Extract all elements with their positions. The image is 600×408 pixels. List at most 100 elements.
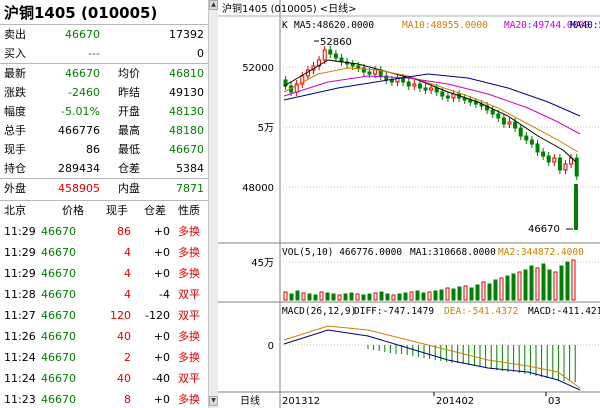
- inner-value: 7871: [176, 182, 204, 195]
- inner-label: 内盘: [118, 182, 140, 195]
- sell-label: 卖出: [4, 28, 26, 41]
- candle-body: [501, 117, 506, 125]
- trade-time: 11:29: [4, 267, 36, 280]
- trade-price: 46670: [41, 309, 76, 322]
- volume-bar: [505, 275, 510, 301]
- scroll-up-button[interactable]: ▲: [209, 0, 218, 10]
- trade-nature: 多换: [178, 351, 200, 364]
- macd-indicator: [283, 325, 581, 391]
- period-label[interactable]: 日线: [240, 394, 260, 407]
- volume-bar: [463, 285, 468, 301]
- oi-value: 289434: [58, 162, 100, 175]
- trade-oi-change: +0: [153, 330, 170, 343]
- volume-bar: [373, 292, 378, 301]
- trade-nature: 多换: [178, 246, 200, 259]
- pct-row: 幅度 -5.01% 开盘 48130: [0, 102, 208, 121]
- scroll-down-button[interactable]: ▼: [209, 396, 218, 406]
- volume-bar: [301, 292, 306, 301]
- pct-label: 幅度: [4, 105, 26, 118]
- candle-body: [513, 121, 518, 129]
- candle-body: [417, 83, 422, 89]
- vol-ma2-legend: MA2:344872.4000: [498, 247, 584, 258]
- candlestick-series: [283, 46, 579, 230]
- buy-label: 买入: [4, 47, 26, 60]
- volume-bar: [541, 263, 546, 301]
- volume-bar: [535, 267, 540, 301]
- sell-price: 46670: [65, 28, 100, 41]
- chart-panel[interactable]: 沪铜1405 (010005) <日线> K MA5:48620.0000 MA…: [218, 0, 600, 408]
- volume-bar: [523, 269, 528, 301]
- volume-bar: [421, 292, 426, 301]
- candle-body: [574, 157, 579, 177]
- volume-bar: [499, 277, 504, 301]
- volume-bar: [331, 293, 336, 301]
- candle-body: [473, 101, 478, 105]
- volume-bar: [295, 290, 300, 301]
- total-vol-label: 总手: [4, 124, 26, 137]
- trade-volume: 8: [124, 393, 131, 406]
- buy-price: ---: [88, 47, 100, 60]
- vol-legend: VOL(5,10) 466776.0000: [282, 247, 402, 258]
- candle-body: [507, 121, 512, 125]
- volume-bar: [361, 294, 366, 301]
- volume-bar: [451, 288, 456, 301]
- candle-body: [496, 113, 501, 119]
- trade-price: 46670: [41, 288, 76, 301]
- trade-volume: 4: [124, 288, 131, 301]
- volume-bar: [433, 290, 438, 301]
- volume-bar: [379, 291, 384, 301]
- volume-bar: [529, 265, 534, 301]
- buy-qty: 0: [197, 47, 204, 60]
- volume-bar: [355, 293, 360, 301]
- quote-panel: 沪铜1405 (010005) 卖出 46670 17392 买入 --- 0 …: [0, 0, 218, 408]
- ma40-line: [283, 73, 581, 117]
- low-label: 最低: [118, 143, 140, 156]
- low-value: 46670: [169, 143, 204, 156]
- candle-body: [574, 184, 578, 230]
- volume-bar: [343, 293, 348, 301]
- last-row: 最新 46670 均价 46810: [0, 64, 208, 83]
- trade-time: 11:28: [4, 288, 36, 301]
- avg-label: 均价: [118, 67, 140, 80]
- macd-diff-legend: DIFF:-747.1479: [354, 306, 434, 317]
- vol-ma1-legend: MA1:310668.0000: [410, 247, 496, 258]
- price-label-52000: 52000: [242, 63, 274, 74]
- high-label: 最高: [118, 124, 140, 137]
- candle-body: [322, 49, 327, 61]
- trade-row: 11:29 46670 4 +0 多换: [0, 242, 208, 263]
- candle-body: [328, 49, 333, 55]
- vol-axis-label: 45万: [251, 258, 274, 269]
- kline-chart[interactable]: 沪铜1405 (010005) <日线> K MA5:48620.0000 MA…: [218, 0, 600, 408]
- change-label: 涨跌: [4, 86, 26, 99]
- low-marker-label: 46670: [528, 224, 560, 235]
- volume-bar: [367, 293, 372, 301]
- trade-list-scrollbar[interactable]: ▲ ▼: [208, 0, 218, 408]
- volume-bar: [313, 294, 318, 301]
- open-value: 48130: [169, 105, 204, 118]
- volume-bar: [409, 291, 414, 301]
- volume-bar: [283, 291, 288, 301]
- open-label: 开盘: [118, 105, 140, 118]
- volume-bar: [337, 294, 342, 301]
- oi-label: 持仓: [4, 162, 26, 175]
- avg-value: 46810: [169, 67, 204, 80]
- candle-body: [356, 65, 361, 69]
- candle-body: [401, 77, 406, 83]
- trade-nature: 双平: [178, 372, 200, 385]
- cur-vol-label: 现手: [4, 143, 26, 156]
- outer-value: 458905: [58, 182, 100, 195]
- total-vol-value: 466776: [58, 124, 100, 137]
- macd-value-legend: MACD:-411.421: [528, 306, 600, 317]
- chart-title: 沪铜1405 (010005) <日线>: [222, 2, 357, 15]
- instrument-title: 沪铜1405 (010005): [4, 4, 158, 22]
- trade-time: 11:26: [4, 330, 36, 343]
- x-label-201312: 201312: [282, 396, 320, 407]
- cur-vol-value: 86: [86, 143, 100, 156]
- trade-oi-change: +0: [153, 351, 170, 364]
- candle-body: [552, 157, 557, 163]
- cur-vol-row: 现手 86 最低 46670: [0, 140, 208, 159]
- trade-time: 11:29: [4, 225, 36, 238]
- trade-nature: 双平: [178, 288, 200, 301]
- ma10-line: [283, 67, 579, 153]
- candle-body: [524, 135, 529, 141]
